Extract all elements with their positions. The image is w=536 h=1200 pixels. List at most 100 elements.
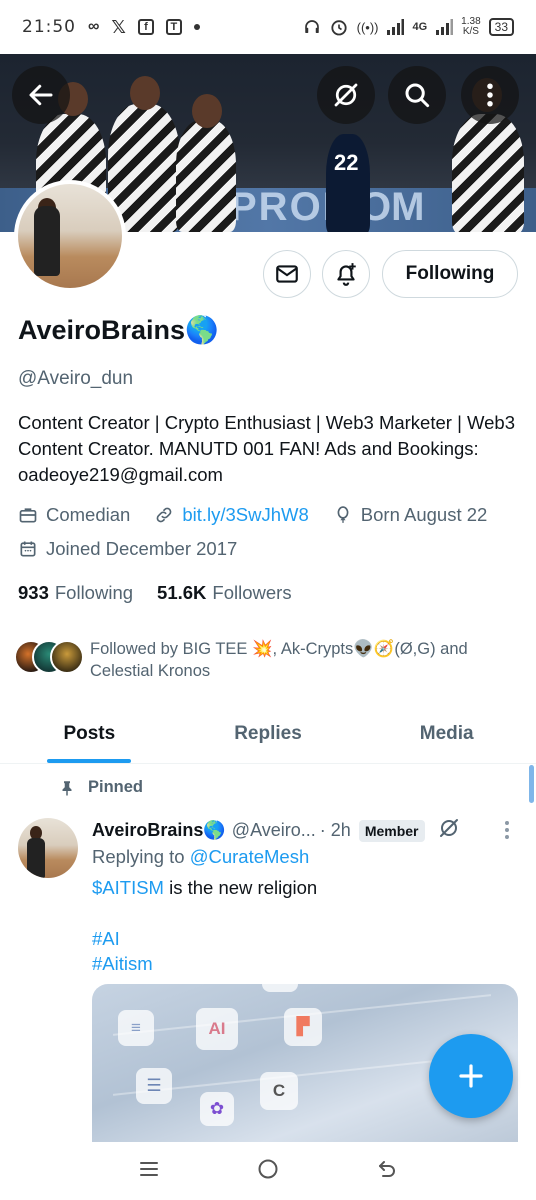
- envelope-icon: [276, 265, 298, 283]
- post-body: is the new religion: [163, 877, 318, 898]
- arrow-left-icon: [29, 84, 53, 106]
- pinned-label: Pinned: [88, 778, 144, 796]
- following-label: Following: [54, 582, 134, 603]
- banner-player-head: [192, 94, 222, 128]
- post-timestamp[interactable]: · 2h: [320, 820, 351, 841]
- back-nav-button[interactable]: [375, 1157, 399, 1186]
- image-key-c: C: [260, 1072, 298, 1110]
- menu-lines-icon: [140, 1161, 159, 1176]
- post-grok-icon[interactable]: [437, 816, 461, 845]
- tab-replies[interactable]: Replies: [179, 704, 358, 763]
- infinity-icon: ∞: [88, 18, 100, 35]
- hashtag-ai[interactable]: #AI: [92, 926, 153, 951]
- profile-joined: Joined December 2017: [18, 538, 237, 560]
- tab-media[interactable]: Media: [357, 704, 536, 763]
- followed-by-avatars: [14, 638, 86, 674]
- more-options-button[interactable]: [461, 66, 519, 124]
- following-button[interactable]: Following: [382, 250, 518, 298]
- link-text[interactable]: bit.ly/3SwJhW8: [182, 504, 308, 526]
- profile-bio: Content Creator | Crypto Enthusiast | We…: [18, 412, 516, 485]
- follow-counts: 933 Following 51.6K Followers: [18, 582, 292, 604]
- post-text: $AITISM is the new religion: [92, 876, 317, 900]
- banner-player-head: [130, 76, 160, 110]
- follower-avatar: [50, 640, 84, 674]
- back-button[interactable]: [12, 66, 70, 124]
- followed-by[interactable]: Followed by BIG TEE 💥, Ak-Crypts👽🧭(Ø,G) …: [14, 638, 510, 682]
- network-type: 4G: [412, 21, 428, 33]
- banner-player: [176, 120, 236, 232]
- recent-apps-button[interactable]: [137, 1157, 161, 1186]
- image-key-doc: ≡: [118, 1010, 154, 1046]
- home-button[interactable]: [256, 1157, 280, 1186]
- facebook-icon: f: [137, 19, 154, 35]
- briefcase-icon: [19, 508, 37, 523]
- scrollbar-thumb[interactable]: [529, 765, 534, 803]
- grok-icon: [334, 83, 358, 107]
- headphones-icon: [303, 18, 321, 36]
- followers-count: 51.6K: [157, 582, 207, 603]
- profile-avatar[interactable]: [14, 180, 126, 292]
- alarm-icon: [329, 17, 349, 37]
- signal-icon: [386, 19, 405, 35]
- profile-tabs: Posts Replies Media: [0, 704, 536, 764]
- post-header: AveiroBrains🌎 @Aveiro... · 2h Member: [92, 816, 522, 845]
- avatar-person-body: [34, 206, 60, 276]
- message-button[interactable]: [263, 250, 311, 298]
- more-vertical-icon: [487, 83, 493, 107]
- profile-category: Comedian: [18, 504, 130, 526]
- post-author-avatar[interactable]: [18, 818, 78, 878]
- pin-icon: [62, 780, 72, 795]
- notifications-button[interactable]: [322, 250, 370, 298]
- search-button[interactable]: [388, 66, 446, 124]
- post-avatar-body: [27, 838, 45, 878]
- followed-by-text: Followed by BIG TEE 💥, Ak-Crypts👽🧭(Ø,G) …: [90, 640, 468, 680]
- followers-label: Followers: [212, 582, 292, 603]
- followers-count-link[interactable]: 51.6K Followers: [157, 582, 292, 604]
- image-key-list: ☰: [136, 1068, 172, 1104]
- category-text: Comedian: [46, 504, 131, 525]
- avatar-image: [18, 184, 122, 288]
- profile-birthday: Born August 22: [333, 504, 488, 526]
- profile-link[interactable]: bit.ly/3SwJhW8: [154, 504, 309, 526]
- post-more-icon[interactable]: [498, 818, 516, 847]
- profile-meta-row-1: Comedian bit.ly/3SwJhW8 Born August 22: [18, 504, 505, 526]
- pinned-indicator: Pinned: [58, 778, 143, 797]
- banner-jersey-number: 22: [334, 150, 359, 175]
- image-key-ai: AI: [196, 1008, 238, 1050]
- back-arrow-icon: [378, 1160, 395, 1177]
- hashtag-aitism[interactable]: #Aitism: [92, 951, 153, 976]
- search-icon: [405, 83, 430, 108]
- tab-posts[interactable]: Posts: [0, 704, 179, 763]
- profile-handle: @Aveiro_dun: [18, 368, 134, 389]
- joined-text: Joined December 2017: [46, 538, 238, 559]
- calendar-icon: [20, 541, 36, 557]
- birthday-text: Born August 22: [360, 504, 488, 525]
- status-time: 21:50: [22, 17, 76, 37]
- replying-to-handle[interactable]: @CurateMesh: [190, 846, 310, 867]
- post-hashtags: #AI #Aitism: [92, 926, 153, 976]
- replying-to: Replying to @CurateMesh: [92, 846, 309, 868]
- image-key-purple: ✿: [200, 1092, 234, 1126]
- hotspot-icon: ((•)): [356, 19, 379, 35]
- display-name: AveiroBrains🌎: [18, 315, 219, 345]
- grok-button[interactable]: [317, 66, 375, 124]
- following-count-link[interactable]: 933 Following: [18, 582, 133, 604]
- member-badge: Member: [358, 819, 425, 842]
- system-nav-bar: [0, 1142, 536, 1200]
- compose-button[interactable]: [429, 1034, 513, 1118]
- link-icon: [156, 507, 172, 523]
- profile-meta-row-2: Joined December 2017: [18, 538, 255, 560]
- image-key-shape: ▛: [284, 1008, 322, 1046]
- plus-icon: [459, 1064, 483, 1088]
- status-bar: 21:50 ∞ 𝕏 f T ((•)) 4G 1.38 K/S 33: [0, 0, 536, 54]
- home-circle-icon: [258, 1159, 278, 1178]
- signal-icon-2: [435, 19, 454, 35]
- image-key-top: [262, 984, 298, 992]
- post-author-name[interactable]: AveiroBrains🌎: [92, 820, 226, 841]
- following-count: 933: [18, 582, 49, 603]
- banner-player: [452, 114, 524, 232]
- bell-plus-icon: [337, 263, 356, 286]
- post-author-handle[interactable]: @Aveiro...: [232, 820, 316, 841]
- cashtag[interactable]: $AITISM: [92, 877, 164, 898]
- speed-unit: K/S: [462, 26, 479, 37]
